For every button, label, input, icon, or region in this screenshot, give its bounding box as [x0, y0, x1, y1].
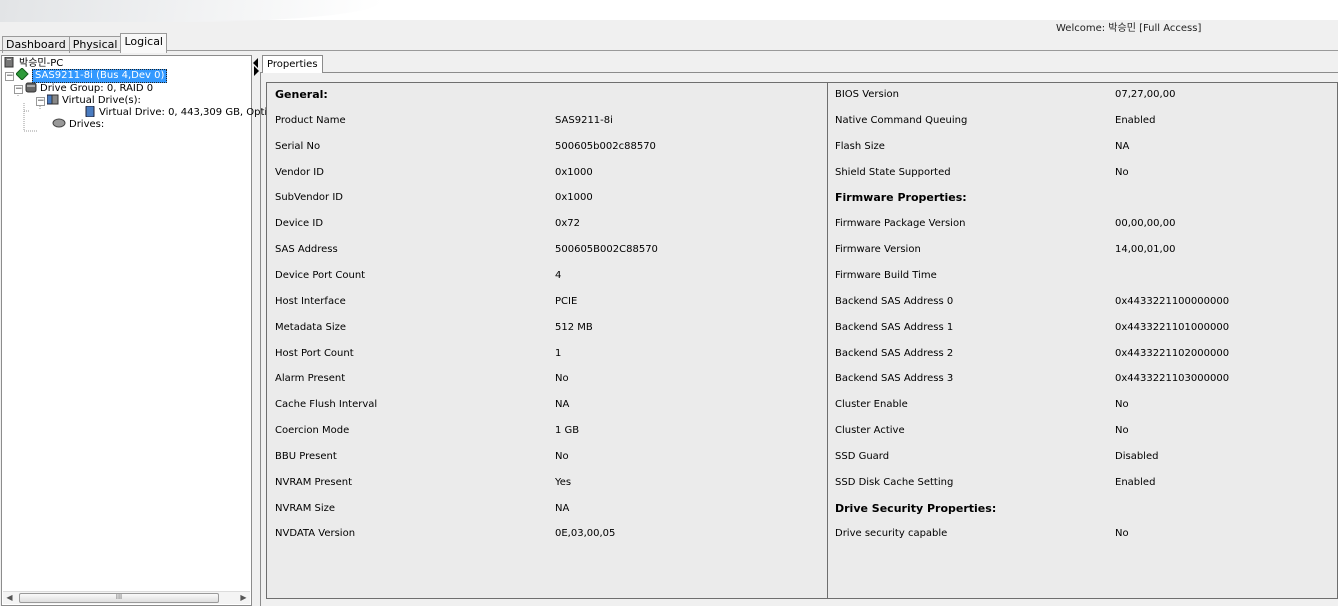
- property-value: 4: [555, 269, 562, 281]
- property-value: NA: [555, 399, 570, 411]
- property-label: Metadata Size: [275, 321, 347, 333]
- property-label: SSD Disk Cache Setting: [835, 476, 954, 488]
- property-value: 500605b002c88570: [555, 140, 656, 152]
- property-value: Enabled: [1115, 476, 1156, 488]
- property-label: NVDATA Version: [275, 528, 356, 540]
- property-value: 14,00,01,00: [1115, 244, 1176, 256]
- property-value: 0x4433221101000000: [1115, 321, 1230, 333]
- property-label: Backend SAS Address 1: [835, 321, 954, 333]
- property-value: NA: [555, 502, 570, 514]
- tree-label-virtual-drive: Virtual Drive: 0, 443,309 GB, Optimal: [99, 107, 286, 118]
- property-label: NVRAM Present: [275, 476, 353, 488]
- property-label: Backend SAS Address 0: [835, 295, 954, 307]
- banner-logo-swoosh: [0, 0, 380, 22]
- property-value: 0x4433221102000000: [1115, 347, 1230, 359]
- property-value: No: [1115, 528, 1129, 540]
- property-label: Shield State Supported: [835, 166, 951, 178]
- logical-tree-panel: 박승민-PC − SAS9211-8i (Bus 4,Dev 0) − Driv…: [1, 55, 286, 606]
- property-value: NA: [1115, 140, 1130, 152]
- section-header: Firmware Properties:: [835, 191, 967, 205]
- property-value: 0x1000: [555, 166, 593, 178]
- scrollbar-thumb[interactable]: III: [19, 593, 219, 603]
- property-value: 1 GB: [555, 425, 580, 437]
- property-value: No: [1115, 425, 1129, 437]
- tab-logical[interactable]: Logical: [120, 33, 167, 53]
- property-label: Serial No: [275, 140, 321, 152]
- property-value: 0x4433221100000000: [1115, 295, 1230, 307]
- property-value: 0x1000: [555, 192, 593, 204]
- property-value: 0x72: [555, 218, 581, 230]
- property-label: BIOS Version: [835, 89, 899, 100]
- property-label: Cache Flush Interval: [275, 399, 378, 411]
- property-label: Firmware Package Version: [835, 218, 966, 230]
- view-tabs: Dashboard Physical Logical: [2, 33, 167, 53]
- virtual-drives-icon: [46, 94, 59, 109]
- property-label: Backend SAS Address 2: [835, 347, 954, 359]
- properties-tab-line: [260, 72, 1338, 73]
- property-value: No: [1115, 399, 1129, 411]
- tree-node-virtual-drive[interactable]: Virtual Drive: 0, 443,309 GB, Optimal: [84, 105, 286, 119]
- property-label: NVRAM Size: [275, 502, 336, 514]
- property-value: SAS9211-8i: [555, 114, 613, 126]
- property-label: Device Port Count: [275, 269, 366, 281]
- property-label: Cluster Enable: [835, 399, 908, 411]
- property-label: Cluster Active: [835, 425, 905, 437]
- drives-icon: [52, 118, 66, 132]
- property-value: Enabled: [1115, 114, 1156, 126]
- property-label: Device ID: [275, 218, 324, 230]
- property-label: Flash Size: [835, 140, 885, 152]
- tree-horizontal-scrollbar[interactable]: ◀ III ▶: [3, 591, 250, 604]
- collapse-toggle[interactable]: −: [36, 96, 45, 106]
- tree-label-virtual-drives: Virtual Drive(s):: [62, 95, 141, 106]
- property-value: 512 MB: [555, 321, 593, 333]
- property-label: Backend SAS Address 3: [835, 373, 954, 385]
- tree-node-controller[interactable]: − SAS9211-8i (Bus 4,Dev 0): [5, 67, 168, 83]
- property-label: SSD Guard: [835, 450, 890, 462]
- property-label: Vendor ID: [275, 166, 324, 178]
- property-label: Drive security capable: [835, 528, 948, 540]
- property-value: 500605B002C88570: [555, 244, 658, 256]
- property-value: No: [555, 450, 569, 462]
- collapse-toggle[interactable]: −: [14, 84, 23, 94]
- scroll-right-icon[interactable]: ▶: [237, 592, 250, 604]
- tree-node-drives[interactable]: Drives:: [52, 118, 105, 132]
- tree-node-drive-group[interactable]: − Drive Group: 0, RAID 0: [14, 82, 153, 95]
- property-value: Disabled: [1115, 450, 1159, 462]
- scroll-left-icon[interactable]: ◀: [3, 592, 16, 604]
- section-header: General:: [275, 88, 328, 101]
- property-value: Yes: [555, 476, 572, 488]
- collapse-toggle[interactable]: −: [5, 71, 14, 81]
- property-label: Host Port Count: [275, 347, 354, 359]
- property-label: SubVendor ID: [275, 192, 343, 204]
- tree-label-controller: SAS9211-8i (Bus 4,Dev 0): [32, 69, 168, 83]
- property-label: Product Name: [275, 114, 346, 126]
- property-label: Firmware Version: [835, 244, 921, 256]
- property-value: 00,00,00,00: [1115, 218, 1176, 230]
- property-label: BBU Present: [275, 450, 337, 462]
- property-value: PCIE: [555, 295, 578, 307]
- properties-column-divider: [827, 82, 828, 599]
- property-label: Firmware Build Time: [835, 269, 937, 281]
- property-value: 0E,03,00,05: [555, 528, 616, 540]
- tab-divider: [0, 50, 1338, 51]
- tree-label-drives: Drives:: [69, 119, 105, 130]
- top-banner: [0, 0, 1338, 22]
- property-value: No: [555, 373, 569, 385]
- expand-right-icon[interactable]: [254, 66, 259, 76]
- property-label: Host Interface: [275, 295, 346, 307]
- property-value: 07,27,00,00: [1115, 89, 1176, 100]
- tab-properties[interactable]: Properties: [262, 55, 323, 73]
- property-label: SAS Address: [275, 244, 338, 256]
- property-label: Coercion Mode: [275, 425, 350, 437]
- welcome-text: Welcome: 박승민 [Full Access]: [1056, 23, 1202, 34]
- property-value: 0x4433221103000000: [1115, 373, 1230, 385]
- property-value: No: [1115, 166, 1129, 178]
- property-label: Alarm Present: [275, 373, 346, 385]
- section-header: Drive Security Properties:: [835, 501, 997, 515]
- property-value: 1: [555, 347, 562, 359]
- property-label: Native Command Queuing: [835, 114, 968, 126]
